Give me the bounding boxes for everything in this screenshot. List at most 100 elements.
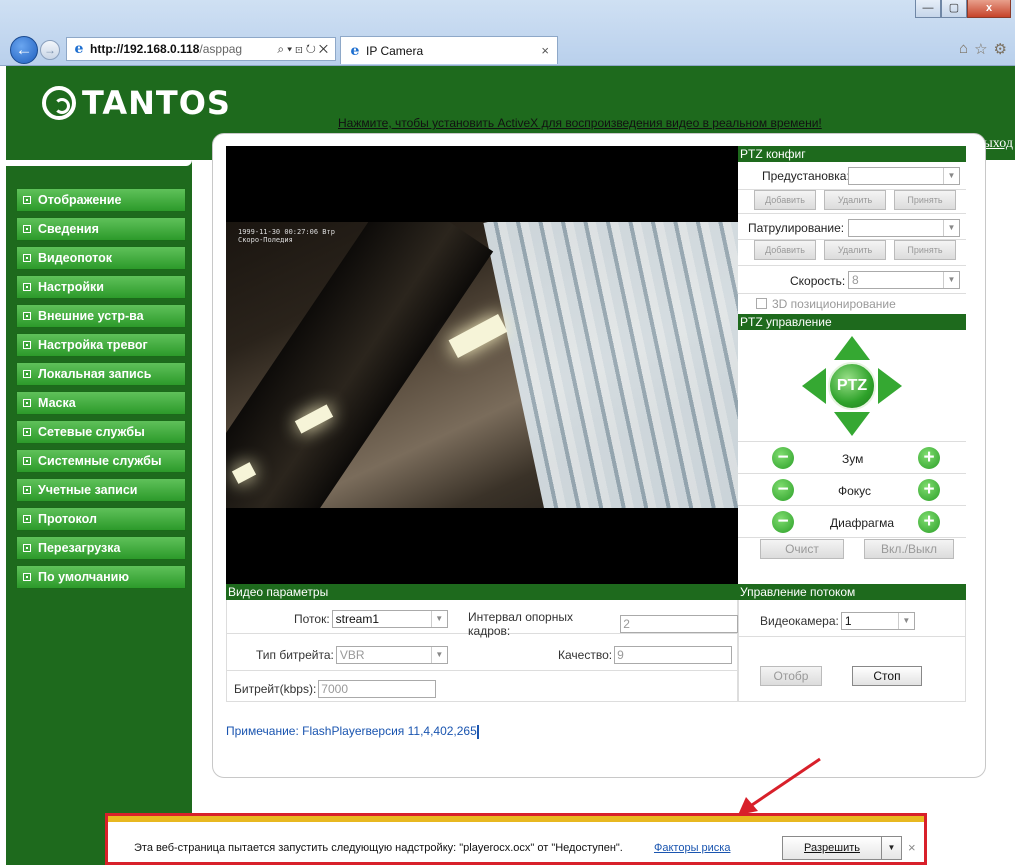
bullet-icon [23, 370, 31, 378]
ptz-panel: PTZ конфиг Предустановка: ▼ Добавить Уда… [738, 146, 966, 560]
bullet-icon [23, 254, 31, 262]
preset-delete-button[interactable]: Удалить [824, 190, 886, 210]
ptz-pad-row: PTZ [738, 330, 966, 442]
bullet-icon [23, 312, 31, 320]
patrol-add-button[interactable]: Добавить [754, 240, 816, 260]
sidebar-item-defaults[interactable]: По умолчанию [16, 565, 186, 589]
browser-chrome: — ▢ x ← → e http://192.168.0.118 /asppag… [0, 0, 1015, 66]
video-viewer[interactable]: 1999-11-30 00:27:06 Втр Скоро-Поледия [226, 146, 738, 584]
sidebar-item-label: Отображение [38, 193, 122, 207]
url-host: http://192.168.0.118 [90, 42, 200, 56]
sidebar-item-accounts[interactable]: Учетные записи [16, 478, 186, 502]
forward-button[interactable]: → [40, 40, 60, 60]
video-params-panel: Видео параметры Поток: stream1 ▼ Интервал… [226, 584, 738, 702]
iris-minus-icon[interactable]: − [772, 511, 794, 533]
ptz-right-icon[interactable] [878, 368, 902, 404]
bitrate-type-select[interactable]: VBR ▼ [335, 646, 448, 664]
tab-ip-camera[interactable]: e IP Camera × [340, 36, 558, 64]
address-tools-icons[interactable]: ⌕▾⊡↻✕ [277, 42, 335, 57]
video-frame [226, 222, 738, 508]
focus-plus-icon[interactable]: + [918, 479, 940, 501]
sidebar-item-display[interactable]: Отображение [16, 188, 186, 212]
pos3d-checkbox[interactable] [756, 298, 767, 309]
home-icon[interactable]: ⌂ [959, 40, 968, 58]
bullet-icon [23, 486, 31, 494]
speed-select[interactable]: 8 ▼ [848, 271, 960, 289]
zoom-plus-icon[interactable]: + [918, 447, 940, 469]
zoom-minus-icon[interactable]: − [772, 447, 794, 469]
sidebar-item-label: Сетевые службы [38, 425, 145, 439]
allow-dropdown-chevron-icon[interactable]: ▼ [882, 836, 902, 860]
stop-button[interactable]: Стоп [852, 666, 922, 686]
tab-title: IP Camera [366, 43, 424, 58]
minimize-button[interactable]: — [915, 0, 941, 18]
on-off-button[interactable]: Вкл./Выкл [864, 539, 954, 559]
notification-close-icon[interactable]: × [908, 840, 916, 855]
bullet-icon [23, 399, 31, 407]
ptz-center-button[interactable]: PTZ [828, 362, 876, 410]
sidebar-item-label: Перезагрузка [38, 541, 121, 555]
clear-button[interactable]: Очист [760, 539, 844, 559]
back-button[interactable]: ← [10, 36, 38, 64]
focus-minus-icon[interactable]: − [772, 479, 794, 501]
sidebar-item-label: Видеопоток [38, 251, 112, 265]
address-bar[interactable]: e http://192.168.0.118 /asppag ⌕▾⊡↻✕ [66, 37, 336, 61]
sidebar-item-info[interactable]: Сведения [16, 217, 186, 241]
ptz-config-title: PTZ конфиг [738, 146, 966, 162]
chevron-down-icon: ▼ [430, 611, 447, 627]
speed-label: Скорость: [790, 274, 846, 288]
focus-row: − Фокус + [738, 474, 966, 506]
speed-row: Скорость: 8 ▼ [738, 266, 966, 294]
sidebar-item-external-devices[interactable]: Внешние устр-ва [16, 304, 186, 328]
sidebar-item-label: Маска [38, 396, 76, 410]
sidebar-item-video-stream[interactable]: Видеопоток [16, 246, 186, 270]
bullet-icon [23, 341, 31, 349]
risk-factors-link[interactable]: Факторы риска [654, 842, 730, 854]
install-activex-link[interactable]: Нажмите, чтобы установить ActiveX для во… [338, 116, 822, 130]
bitrate-input[interactable]: 7000 [318, 680, 437, 698]
sidebar-item-alarm-settings[interactable]: Настройка тревог [16, 333, 186, 357]
ptz-down-icon[interactable] [834, 412, 870, 436]
sidebar-item-reboot[interactable]: Перезагрузка [16, 536, 186, 560]
sidebar-item-label: Учетные записи [38, 483, 138, 497]
ptz-up-icon[interactable] [834, 336, 870, 360]
close-window-button[interactable]: x [967, 0, 1011, 18]
sidebar-item-network-services[interactable]: Сетевые службы [16, 420, 186, 444]
favorites-star-icon[interactable]: ☆ [974, 40, 987, 58]
tab-close-icon[interactable]: × [541, 43, 549, 58]
patrol-apply-button[interactable]: Принять [894, 240, 956, 260]
chevron-down-icon: ▼ [897, 613, 914, 629]
sidebar-item-system-services[interactable]: Системные службы [16, 449, 186, 473]
quality-input[interactable]: 9 [614, 646, 733, 664]
allow-button[interactable]: Разрешить [782, 836, 882, 860]
preset-label: Предустановка: [762, 169, 850, 183]
sidebar-item-settings[interactable]: Настройки [16, 275, 186, 299]
bitrate-type-label: Тип битрейта: [256, 648, 334, 662]
focus-label: Фокус [838, 484, 872, 498]
ptz-left-icon[interactable] [802, 368, 826, 404]
tab-ie-icon: e [350, 42, 360, 59]
show-button[interactable]: Отобр [760, 666, 822, 686]
sidebar-item-mask[interactable]: Маска [16, 391, 186, 415]
bullet-icon [23, 573, 31, 581]
bullet-icon [23, 283, 31, 291]
keyframe-input[interactable]: 2 [620, 615, 738, 633]
preset-row: Предустановка: ▼ [738, 162, 966, 190]
patrol-select[interactable]: ▼ [848, 219, 960, 237]
iris-plus-icon[interactable]: + [918, 511, 940, 533]
maximize-button[interactable]: ▢ [941, 0, 967, 18]
url-path: /asppag [199, 42, 243, 56]
preset-add-button[interactable]: Добавить [754, 190, 816, 210]
ptz-bottom-buttons: Очист Вкл./Выкл [738, 538, 966, 560]
preset-apply-button[interactable]: Принять [894, 190, 956, 210]
sidebar-item-protocol[interactable]: Протокол [16, 507, 186, 531]
preset-select[interactable]: ▼ [848, 167, 960, 185]
stream-select[interactable]: stream1 ▼ [331, 610, 448, 628]
patrol-delete-button[interactable]: Удалить [824, 240, 886, 260]
gear-icon[interactable]: ⚙ [994, 40, 1007, 58]
iris-label: Диафрагма [830, 516, 895, 530]
toolbar-icons: ⌂ ☆ ⚙ [959, 40, 1007, 58]
camera-field: Видеокамера: 1 ▼ [760, 612, 915, 630]
camera-select[interactable]: 1 ▼ [840, 612, 915, 630]
sidebar-item-local-recording[interactable]: Локальная запись [16, 362, 186, 386]
